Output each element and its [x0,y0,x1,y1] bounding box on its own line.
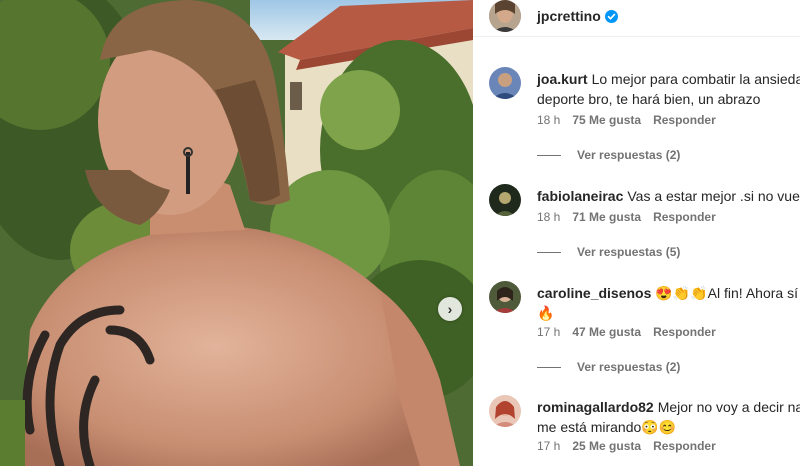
comment-text-line2: deporte bro, te hará bien, un abrazo [537,91,761,107]
comment-text: rominagallardo82 Mejor no voy a decir nad… [537,397,800,437]
reply-button[interactable]: Responder [653,113,716,127]
comment-meta: 17 h 47 Me gusta Responder [537,325,728,339]
comment-time[interactable]: 17 h [537,439,560,453]
replies-divider [537,252,561,254]
reply-button[interactable]: Responder [653,325,716,339]
view-replies-button[interactable]: Ver respuestas (2) [537,148,680,162]
comment-meta: 18 h 75 Me gusta Responder [537,113,728,127]
photo-image [0,0,473,466]
verified-badge-icon [604,10,618,23]
comment-text: caroline_disenos😍👏👏Al fin! Ahora sí pa 🔥 [537,283,800,323]
comment-username[interactable]: rominagallardo82 [537,399,654,415]
comment-text: fabiolaneirac Vas a estar mejor .si no vu… [537,186,800,206]
comment-likes[interactable]: 75 Me gusta [572,113,641,127]
comment-avatar[interactable] [489,281,521,313]
view-replies-button[interactable]: Ver respuestas (5) [537,245,680,259]
reply-button[interactable]: Responder [653,210,716,224]
view-replies-label[interactable]: Ver respuestas (2) [577,360,680,374]
comment-text-line2: me está mirando😳😊 [537,419,677,435]
comment-avatar[interactable] [489,184,521,216]
post-username-text[interactable]: jpcrettino [537,8,601,24]
comment-avatar[interactable] [489,395,521,427]
comment-meta: 18 h 71 Me gusta Responder [537,210,728,224]
comment-time[interactable]: 18 h [537,210,560,224]
comment-text-line1: Vas a estar mejor .si no vuelve [627,188,800,204]
comment-time[interactable]: 17 h [537,325,560,339]
view-replies-button[interactable]: Ver respuestas (2) [537,360,680,374]
view-replies-label[interactable]: Ver respuestas (5) [577,245,680,259]
post-header: jpcrettino [473,0,800,37]
comment-likes[interactable]: 71 Me gusta [572,210,641,224]
avatar[interactable] [489,0,521,32]
reply-button[interactable]: Responder [653,439,716,453]
comment-username[interactable]: caroline_disenos [537,285,651,301]
comment-text-line1: 😍👏👏Al fin! Ahora sí pa [655,285,800,301]
chevron-right-icon: › [447,301,453,317]
view-replies-label[interactable]: Ver respuestas (2) [577,148,680,162]
comment-text: joa.kurt Lo mejor para combatir la ansied… [537,69,800,109]
replies-divider [537,155,561,157]
post-username[interactable]: jpcrettino [537,8,618,24]
comment-text-line1: Mejor no voy a decir nad [657,399,800,415]
comment-likes[interactable]: 25 Me gusta [572,439,641,453]
comments-panel: jpcrettino joa.kurt Lo mejor para combati… [473,0,800,466]
comment-username[interactable]: fabiolaneirac [537,188,623,204]
comment-time[interactable]: 18 h [537,113,560,127]
comment-likes[interactable]: 47 Me gusta [572,325,641,339]
replies-divider [537,367,561,369]
comment-text-line1: Lo mejor para combatir la ansiedad [591,71,800,87]
comment-text-line2: 🔥 [537,305,555,321]
comment-meta: 17 h 25 Me gusta Responder [537,439,728,453]
comment-avatar[interactable] [489,67,521,99]
post-photo: › [0,0,473,466]
comment-username[interactable]: joa.kurt [537,71,588,87]
next-photo-button[interactable]: › [438,297,462,321]
